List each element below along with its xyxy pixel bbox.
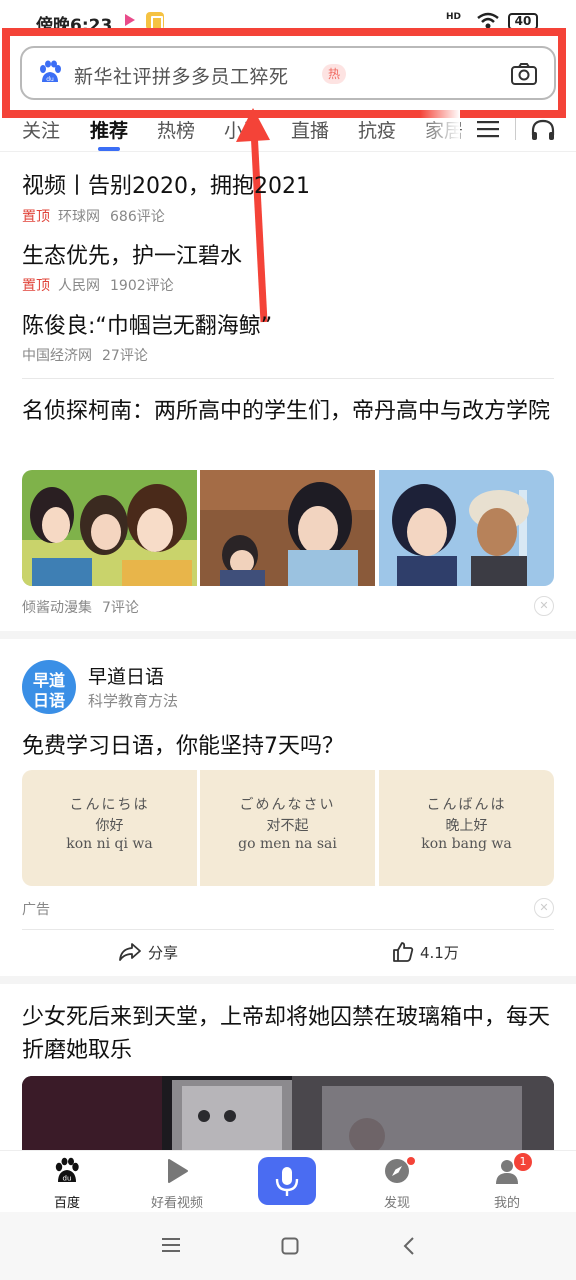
panel-romaji: kon ni qi wa	[66, 836, 153, 852]
nav-haokan-video[interactable]: 好看视频	[132, 1151, 222, 1213]
section-gap	[0, 976, 576, 984]
tab-divider	[515, 118, 516, 140]
article-source: 倾酱动漫集	[22, 600, 92, 616]
menu-icon[interactable]	[477, 120, 499, 138]
back-icon[interactable]	[402, 1236, 416, 1256]
annotation-arrow	[236, 108, 270, 323]
nav-label: 发现	[383, 1196, 410, 1211]
advertiser-avatar[interactable]: 早道 日语	[22, 660, 76, 714]
article-thumbnails[interactable]	[22, 470, 554, 586]
like-button[interactable]: 4.1万	[392, 942, 459, 963]
avatar-text: 日语	[33, 691, 66, 710]
panel-chinese: 对不起	[266, 818, 309, 834]
news-headline[interactable]: 陈俊良:“巾帼岂无翻海鲸”	[22, 308, 272, 340]
ad-label: 广告	[22, 902, 50, 918]
headset-icon[interactable]	[530, 118, 556, 142]
thumbs-up-icon	[393, 942, 414, 962]
advertiser-name[interactable]: 早道日语	[88, 662, 164, 689]
baidu-paw-icon: du	[55, 1157, 79, 1183]
thumbnail-image[interactable]	[379, 470, 554, 586]
ad-image-panels[interactable]: こんにちは 你好 kon ni qi wa ごめんなさい 对不起 go men …	[22, 770, 554, 886]
nav-mine[interactable]: 1 我的	[462, 1151, 552, 1213]
pinned-tag: 置顶	[22, 209, 50, 225]
search-query-text[interactable]: 新华社评拼多多员工猝死	[74, 62, 289, 89]
panel-romaji: kon bang wa	[421, 836, 512, 852]
news-source: 人民网	[58, 278, 100, 294]
panel-japanese: こんばんは	[426, 797, 507, 813]
ad-title[interactable]: 免费学习日语，你能坚持7天吗？	[22, 730, 556, 763]
article-title[interactable]: 名侦探柯南：两所高中的学生们，帝丹高中与改方学院	[22, 395, 556, 428]
video-app-icon	[125, 14, 135, 26]
nav-label: 百度	[53, 1196, 80, 1211]
nav-discover[interactable]: 发现	[352, 1151, 442, 1213]
pinned-tag: 置顶	[22, 278, 50, 294]
share-button[interactable]: 分享	[118, 942, 178, 963]
svg-text:du: du	[63, 1175, 72, 1183]
network-label: HD	[446, 12, 462, 22]
tab-rebang[interactable]: 热榜	[157, 116, 195, 143]
panel-chinese: 晚上好	[445, 818, 488, 834]
nav-label: 好看视频	[150, 1196, 203, 1211]
article-cover-image[interactable]	[22, 1076, 554, 1150]
active-tab-indicator	[98, 147, 120, 151]
divider	[22, 929, 554, 930]
share-icon	[119, 943, 141, 961]
tab-tuijian[interactable]: 推荐	[90, 116, 128, 143]
news-headline[interactable]: 生态优先，护一江碧水	[22, 238, 242, 270]
svg-text:du: du	[46, 76, 54, 83]
notification-badge: 1	[514, 1153, 532, 1171]
dismiss-icon[interactable]: ✕	[534, 596, 554, 616]
voice-search-button[interactable]	[258, 1157, 316, 1205]
ad-panel: こんばんは 晚上好 kon bang wa	[379, 770, 554, 886]
advertiser-desc: 科学教育方法	[88, 692, 179, 710]
comment-count: 1902评论	[110, 278, 174, 294]
tab-kangyi[interactable]: 抗疫	[358, 116, 396, 143]
section-gap	[0, 631, 576, 639]
news-headline[interactable]: 视频丨告别2020，拥抱2021	[22, 168, 310, 200]
panel-japanese: ごめんなさい	[239, 797, 336, 813]
ad-panel: ごめんなさい 对不起 go men na sai	[200, 770, 375, 886]
play-icon	[168, 1159, 188, 1183]
tabs-fade	[420, 108, 460, 150]
panel-romaji: go men na sai	[238, 836, 337, 852]
like-count: 4.1万	[420, 944, 459, 962]
hot-badge: 热	[322, 64, 346, 84]
article-meta: 倾酱动漫集 7评论	[22, 597, 139, 617]
news-meta: 置顶 人民网 1902评论	[22, 275, 174, 295]
divider	[22, 378, 554, 379]
panel-japanese: こんにちは	[69, 797, 150, 813]
news-source: 中国经济网	[22, 348, 92, 364]
panel-chinese: 你好	[95, 818, 124, 834]
system-nav-bar	[0, 1212, 576, 1280]
share-label: 分享	[148, 944, 179, 962]
notification-dot	[407, 1157, 415, 1165]
nav-baidu[interactable]: du 百度	[22, 1151, 112, 1213]
comment-count: 27评论	[102, 348, 148, 364]
news-meta: 置顶 环球网 686评论	[22, 206, 165, 226]
dismiss-icon[interactable]: ✕	[534, 898, 554, 918]
ad-panel: こんにちは 你好 kon ni qi wa	[22, 770, 197, 886]
home-icon[interactable]	[281, 1237, 299, 1255]
comment-count: 686评论	[110, 209, 165, 225]
search-box[interactable]: du 新华社评拼多多员工猝死 热	[20, 46, 556, 100]
channel-tabs: 关注 推荐 热榜 小说 直播 抗疫 家居	[0, 108, 576, 152]
tab-zhibo[interactable]: 直播	[291, 116, 329, 143]
news-meta: 中国经济网 27评论	[22, 345, 148, 365]
comment-count: 7评论	[102, 600, 139, 616]
article-title[interactable]: 少女死后来到天堂，上帝却将她囚禁在玻璃箱中，每天折磨她取乐	[22, 1001, 556, 1067]
thumbnail-image[interactable]	[200, 470, 375, 586]
baidu-paw-icon: du	[40, 60, 61, 83]
nav-label: 我的	[493, 1196, 520, 1211]
thumbnail-image[interactable]	[22, 470, 197, 586]
recent-apps-icon[interactable]	[161, 1237, 181, 1253]
microphone-icon	[275, 1167, 299, 1196]
bottom-nav: du 百度 好看视频 发现 1 我的	[0, 1150, 576, 1212]
news-source: 环球网	[58, 209, 100, 225]
camera-icon[interactable]	[510, 62, 538, 86]
tab-guanzhu[interactable]: 关注	[22, 116, 60, 143]
